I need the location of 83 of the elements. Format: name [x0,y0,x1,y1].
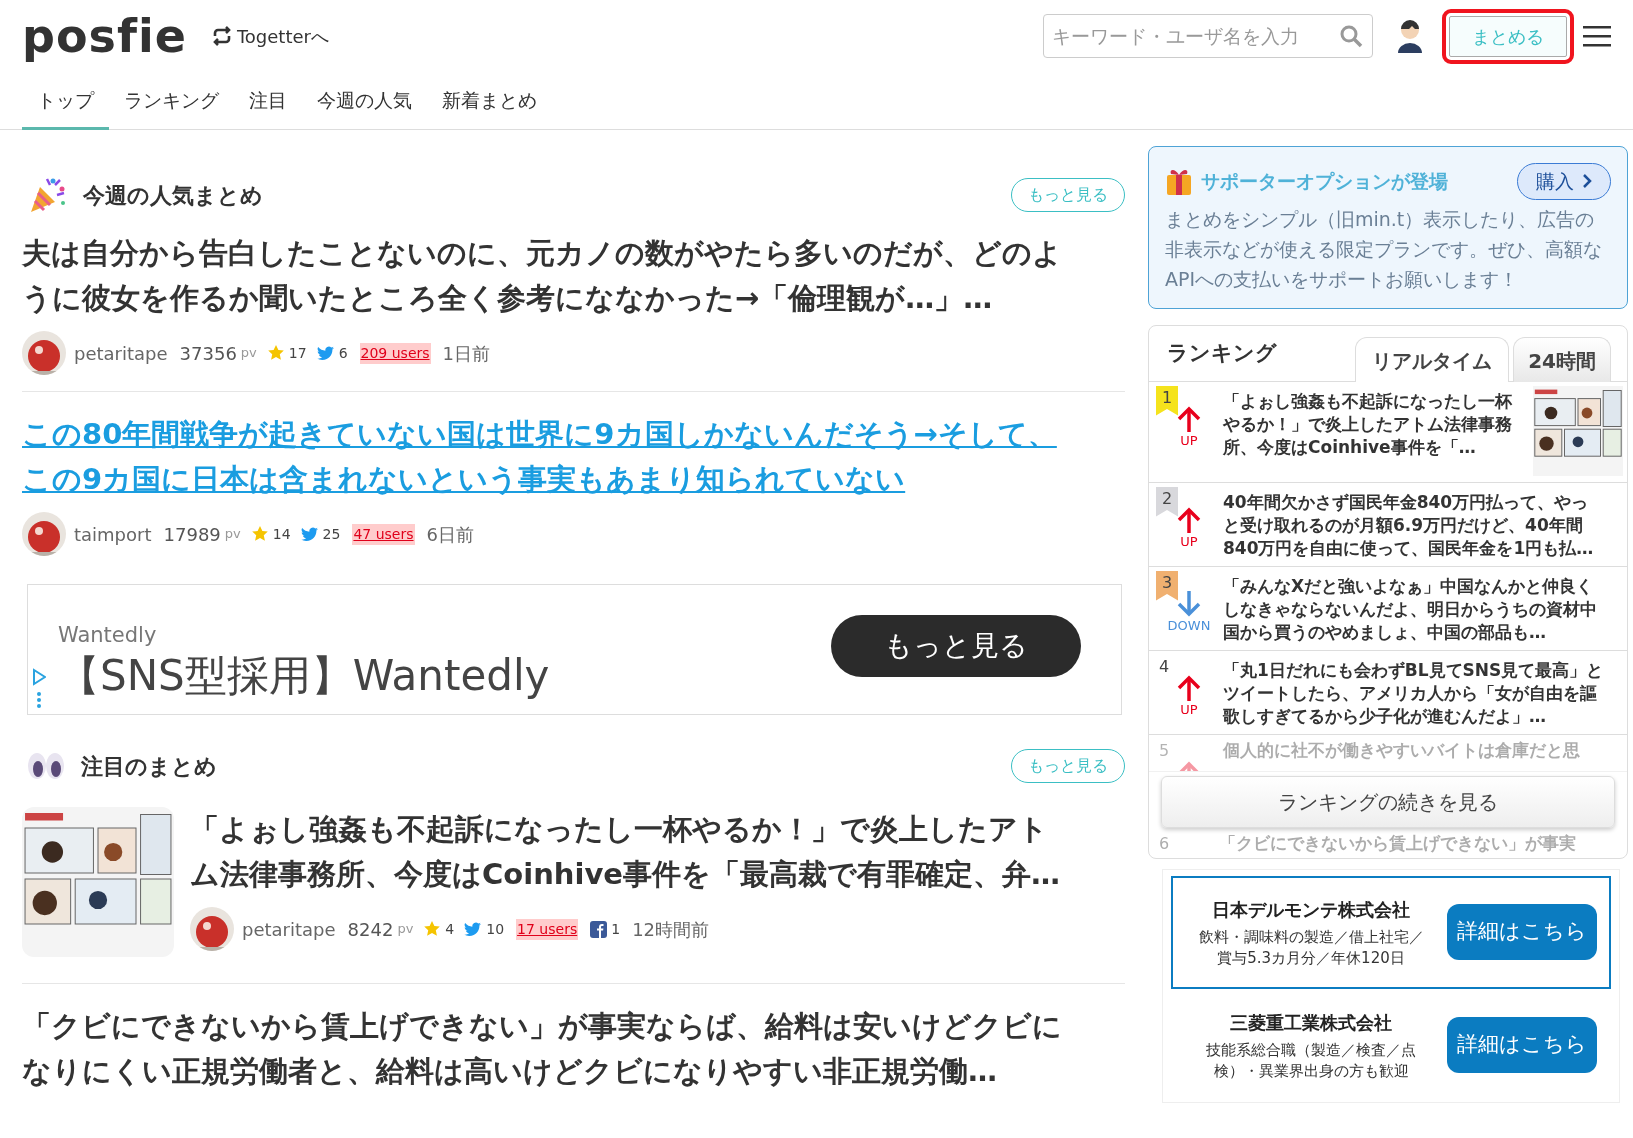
post-time: 12時間前 [632,917,710,942]
rank-number: 5 [1159,739,1170,762]
rank-ribbon: 2 [1156,486,1178,517]
bird-icon [300,526,319,542]
view-count: 8242 [347,917,394,942]
tweet-count: 10 [486,919,505,939]
section-title: 注目のまとめ [81,752,217,781]
ad-choices-icon[interactable] [32,668,46,710]
facebook-icon [590,920,608,938]
togetter-link[interactable]: Togetterへ [210,22,329,50]
sponsor-name: Wantedly [58,621,158,649]
post-time: 1日前 [442,341,490,366]
ranking-item[interactable]: 2 UP 40年間欠かさず国民年金840万円払って、やっと受け取れるのが月額6.9万円だけど、40年間840万円を自由に使って、国民年金を1円も払… [1149,482,1627,567]
supporter-title: サポーターオプションが登場 [1201,169,1448,194]
share-count: 1 [611,919,621,939]
ranking-item-title: 「よぉし強姦も不起訴になったし一杯やるか！」で炎上したアトム法律事務所、今度はCoinhive事件を「… [1223,389,1513,459]
article-title[interactable]: 「クビにできないから賃上げできない」が事実ならば、給料は安いけどクビになりにくい正規労働者と、給料は高いけどクビになりやすい非正規労働… [22,1004,1062,1094]
ranking-tab[interactable]: 24時間 [1513,336,1611,382]
supporter-description: まとめをシンプル（旧min.t）表示したり、広告の非表示などが使える限定プランです。ぜひ、高額なAPIへの支払いをサポートお願いします！ [1165,206,1603,292]
star-icon [266,344,285,362]
rank-ribbon: 1 [1156,385,1178,416]
article-title[interactable]: 夫は自分から告白したことないのに、元カノの数がやたら多いのだが、どのように彼女を作るか聞いたところ全く参考にななかった→「倫理観が…」… [22,231,1062,321]
author-name[interactable]: petaritape [242,915,336,943]
buy-button[interactable]: 購入 [1517,163,1611,200]
menu-icon[interactable] [1583,25,1611,47]
favorite-count: 4 [445,919,455,939]
bird-icon [464,921,483,937]
nav-tab[interactable]: トップ [22,78,109,130]
tweet-count: 25 [322,524,341,544]
favorite-count: 14 [272,524,291,544]
author-name[interactable]: petaritape [74,339,168,367]
view-unit: pv [240,344,257,363]
trend-label: UP [1179,702,1199,717]
rank-number: 6 [1159,832,1171,855]
trend-label: DOWN [1166,618,1212,633]
company-name: 三菱重工業株式会社 [1229,1010,1393,1035]
eyes-icon [27,751,65,781]
ranking-item[interactable]: 1 UP 「よぉし強姦も不起訴になったし一杯やるか！」で炎上したアトム法律事務所、今度はCoinhive事件を「… [1149,381,1627,483]
search-icon[interactable] [1339,24,1363,48]
ranking-tab[interactable]: リアルタイム [1355,336,1510,382]
view-unit: pv [224,525,241,544]
nav-tab[interactable]: 注目 [234,78,302,130]
author-name[interactable]: taimport [74,520,152,548]
user-avatar-icon[interactable] [1395,19,1425,53]
article-title[interactable]: 「よぉし強姦も不起訴になったし一杯やるか！」で炎上したアトム法律事務所、今度はCoinhive事件を「最高裁で有罪確定、弁… [190,807,1070,897]
favorite-count: 17 [288,343,307,363]
ranking-item-title: 「丸1日だれにも会わずBL見てSNS見て最高」とツイートしたら、アメリカ人から「女が自由を謳歌しすぎてるから少子化が進むんだよ」… [1223,658,1605,728]
ranking-item-title: 「みんなXだと強いよなぁ」中国なんかと仲良くしなきゃならないんだよ、明日からうちの資材中国から買うのやめましょ、中国の部品も… [1223,574,1598,644]
star-icon [250,525,269,543]
section-title: 今週の人気まとめ [83,181,263,210]
view-unit: pv [397,920,414,939]
view-count: 37356 [179,341,237,366]
job-description: 技能系総合職（製造／検査／点検）・異業界出身の方も歓迎 [1205,1039,1417,1082]
ranking-item-title: 40年間欠かさず国民年金840万円払って、やっと受け取れるのが月額6.9万円だけど、40年間840万円を自由に使って、国民年金を1円も払… [1223,490,1595,560]
rank-number: 4 [1159,655,1170,678]
ranking-more-button[interactable]: ランキングの続きを見る [1161,775,1615,828]
trend-label: UP [1179,534,1199,549]
tweet-count: 6 [338,343,348,363]
trend-label: UP [1179,433,1199,448]
users-link[interactable]: 47 users [352,523,415,545]
chevron-right-icon [1582,173,1592,190]
view-count: 17989 [163,522,221,547]
nav-tab[interactable]: 新着まとめ [427,78,552,130]
ranking-item-title: 「クビにできないから賃上げできない」が事実 [1219,831,1577,855]
ad-more-button[interactable]: もっと見る [831,614,1081,677]
details-button[interactable]: 詳細はこちら [1447,904,1597,960]
nav-tab[interactable]: ランキング [109,78,234,130]
users-link[interactable]: 17 users [516,918,579,940]
ranking-title: ランキング [1167,339,1277,367]
ranking-item-title: 個人的に社不が働きやすいバイトは倉庫だと思 [1223,738,1581,762]
company-name: 日本デルモンテ株式会社 [1211,897,1411,922]
users-link[interactable]: 209 users [359,342,431,364]
ranking-item[interactable]: 4 UP 「丸1日だれにも会わずBL見てSNS見て最高」とツイートしたら、アメリカ人から「女が自由を謳歌しすぎてるから少子化が進むんだよ」… [1149,650,1627,735]
star-icon [423,920,442,938]
ranking-item[interactable]: 3 DOWN 「みんなXだと強いよなぁ」中国なんかと仲良くしなきゃならないんだよ、明日からうちの資材中国から買うのやめましょ、中国の部品も… [1149,566,1627,651]
job-description: 飲料・調味料の製造／借上社宅／賞与5.3カ月分／年休120日 [1197,926,1425,969]
post-time: 6日前 [426,522,474,547]
search-field[interactable]: キーワード・ユーザ名を入力 [1043,14,1373,58]
bird-icon [316,345,335,361]
details-button[interactable]: 詳細はこちら [1447,1017,1597,1073]
rank-ribbon: 3 [1156,570,1178,601]
ad-headline[interactable]: 【SNS型採用】Wantedly [58,651,831,702]
nav-tab[interactable]: 今週の人気 [302,78,427,130]
